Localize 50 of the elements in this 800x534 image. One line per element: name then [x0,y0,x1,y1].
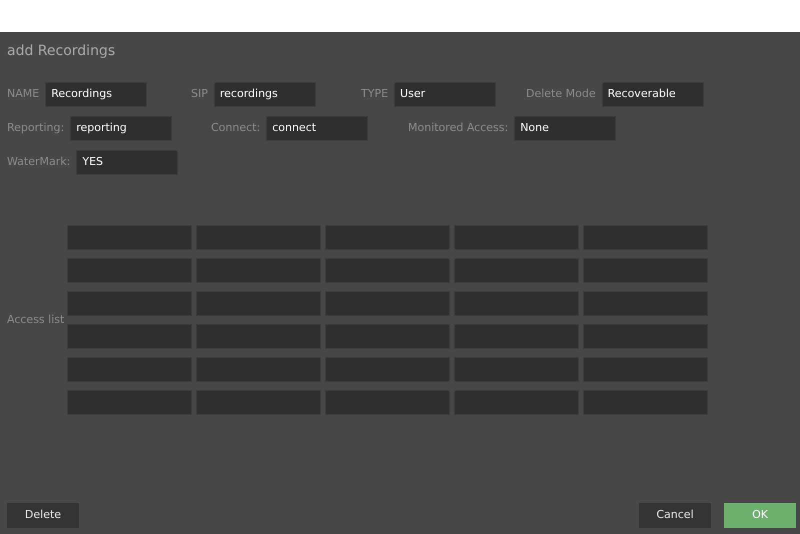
text-field[interactable]: User [394,82,496,107]
cancel-button[interactable]: Cancel [639,503,711,528]
field-label: TYPE [361,86,388,102]
access-field[interactable] [583,357,708,382]
access-field[interactable] [196,225,321,250]
access-field[interactable] [583,324,708,349]
access-field[interactable] [67,258,192,283]
access-field[interactable] [325,258,450,283]
field-label: Monitored Access: [408,120,508,136]
text-field[interactable]: None [514,116,616,141]
field-label: SIP [191,86,208,102]
access-field[interactable] [583,225,708,250]
access-field[interactable] [196,258,321,283]
access-field[interactable] [325,324,450,349]
text-field[interactable]: reporting [70,116,172,141]
text-field[interactable]: connect [266,116,368,141]
access-field[interactable] [454,390,579,415]
text-field[interactable]: YES [76,150,178,175]
field-label: Delete Mode [526,86,596,102]
dialog-title: add Recordings [7,42,116,61]
access-field[interactable] [67,390,192,415]
access-field[interactable] [583,291,708,316]
access-list-label: Access list [7,312,66,328]
access-field[interactable] [67,324,192,349]
access-field[interactable] [196,390,321,415]
access-field[interactable] [454,357,579,382]
access-field[interactable] [454,324,579,349]
access-field[interactable] [196,357,321,382]
access-field[interactable] [325,390,450,415]
text-field[interactable]: Recoverable [602,82,704,107]
access-field[interactable] [583,258,708,283]
access-field[interactable] [454,258,579,283]
access-field[interactable] [67,225,192,250]
access-field[interactable] [67,357,192,382]
field-label: Reporting: [7,120,64,136]
field-label: Connect: [211,120,260,136]
text-field[interactable]: recordings [214,82,316,107]
field-label: NAME [7,86,40,102]
access-field[interactable] [325,225,450,250]
access-field[interactable] [325,291,450,316]
delete-button[interactable]: Delete [7,503,79,528]
access-field[interactable] [196,291,321,316]
access-field[interactable] [583,390,708,415]
field-label: WaterMark: [7,154,70,170]
text-field[interactable]: Recordings [45,82,148,107]
access-field[interactable] [454,225,579,250]
access-field[interactable] [325,357,450,382]
access-field[interactable] [67,291,192,316]
access-field[interactable] [454,291,579,316]
access-field[interactable] [196,324,321,349]
